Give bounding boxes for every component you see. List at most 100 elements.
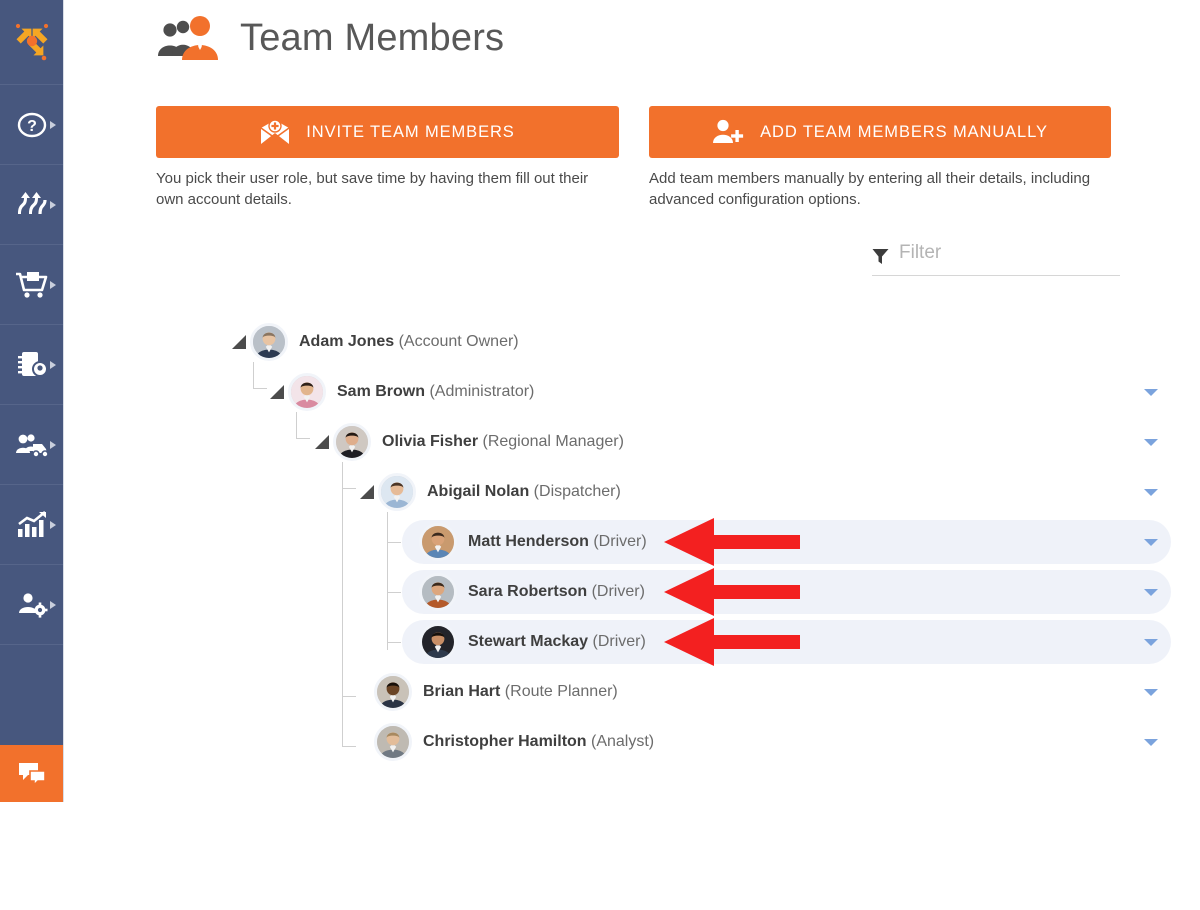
question-mark-circle-icon: ? (15, 108, 49, 142)
tree-node-label: Sara Robertson (Driver) (468, 583, 645, 601)
tree-node-label: Brian Hart (Route Planner) (423, 683, 618, 701)
member-name: Abigail Nolan (427, 483, 530, 500)
left-sidebar: ? (0, 0, 64, 802)
sidebar-item-orders[interactable] (0, 245, 63, 325)
chat-support-button[interactable] (0, 745, 63, 802)
tree-connector-line (342, 488, 356, 489)
add-team-members-manually-button[interactable]: ADD TEAM MEMBERS MANUALLY (649, 106, 1111, 158)
chevron-right-icon (50, 520, 56, 529)
member-role: (Driver) (588, 633, 646, 650)
funnel-filter-icon (872, 249, 889, 264)
collapse-toggle-icon[interactable] (232, 335, 246, 349)
tree-node-stewart-mackay[interactable]: Stewart Mackay (Driver) (405, 620, 646, 664)
member-role: (Regional Manager) (478, 433, 624, 450)
tree-connector-line (342, 488, 343, 746)
member-role: (Route Planner) (500, 683, 618, 700)
brian-hart-avatar (374, 673, 412, 711)
tree-node-brian-hart[interactable]: Brian Hart (Route Planner) (360, 670, 618, 714)
tree-connector-line (387, 542, 401, 543)
adam-jones-avatar (250, 323, 288, 361)
member-role: (Account Owner) (394, 333, 519, 350)
member-name: Sam Brown (337, 383, 426, 400)
page-title: Team Members (240, 17, 505, 59)
row-expand-chevron-down-icon[interactable] (1144, 539, 1158, 546)
member-name: Adam Jones (299, 333, 395, 350)
tree-node-label: Abigail Nolan (Dispatcher) (427, 483, 621, 501)
tree-connector-line (296, 412, 297, 438)
add-caption: Add team members manually by entering al… (649, 170, 1091, 209)
sidebar-item-account[interactable] (0, 565, 63, 645)
tree-node-label: Sam Brown (Administrator) (337, 383, 534, 401)
member-name: Stewart Mackay (468, 633, 589, 650)
invite-button-label: INVITE TEAM MEMBERS (306, 122, 515, 141)
chevron-right-icon (50, 200, 56, 209)
tree-node-sara-robertson[interactable]: Sara Robertson (Driver) (405, 570, 645, 614)
user-settings-icon (15, 588, 49, 622)
tree-node-adam-jones[interactable]: Adam Jones (Account Owner) (232, 320, 519, 364)
member-role: (Driver) (587, 583, 645, 600)
sidebar-item-analytics[interactable] (0, 485, 63, 565)
tree-connector-line (387, 512, 388, 650)
collapse-toggle-icon[interactable] (360, 485, 374, 499)
row-expand-chevron-down-icon[interactable] (1144, 739, 1158, 746)
tree-node-christopher-hamilton[interactable]: Christopher Hamilton (Analyst) (360, 720, 654, 764)
invite-caption: You pick their user role, but save time … (156, 170, 589, 209)
tree-connector-line (296, 438, 310, 439)
row-expand-chevron-down-icon[interactable] (1144, 439, 1158, 446)
sidebar-item-addresses[interactable] (0, 325, 63, 405)
chevron-right-icon (50, 280, 56, 289)
sara-robertson-avatar (419, 573, 457, 611)
person-plus-icon (713, 119, 744, 143)
row-expand-chevron-down-icon[interactable] (1144, 689, 1158, 696)
svg-text:?: ? (27, 118, 37, 135)
stewart-mackay-avatar (419, 623, 457, 661)
member-name: Sara Robertson (468, 583, 588, 600)
page-header: Team Members (156, 14, 504, 62)
member-role: (Driver) (588, 533, 647, 550)
row-expand-chevron-down-icon[interactable] (1144, 639, 1158, 646)
tree-node-olivia-fisher[interactable]: Olivia Fisher (Regional Manager) (315, 420, 624, 464)
filter-input[interactable] (899, 242, 1104, 264)
chevron-right-icon (50, 120, 56, 129)
sidebar-item-fleet[interactable] (0, 405, 63, 485)
row-expand-chevron-down-icon[interactable] (1144, 389, 1158, 396)
tree-node-label: Adam Jones (Account Owner) (299, 333, 519, 351)
main-content: Team Members INVITE TEAM MEMBERS You pic… (64, 0, 1200, 802)
tree-node-sam-brown[interactable]: Sam Brown (Administrator) (270, 370, 534, 414)
chevron-right-icon (50, 440, 56, 449)
invite-team-members-button[interactable]: INVITE TEAM MEMBERS (156, 106, 619, 158)
member-role: (Analyst) (586, 733, 655, 750)
add-button-label: ADD TEAM MEMBERS MANUALLY (760, 122, 1048, 141)
tree-connector-line (342, 696, 356, 697)
tree-node-label: Matt Henderson (Driver) (468, 533, 647, 551)
tree-node-abigail-nolan[interactable]: Abigail Nolan (Dispatcher) (360, 470, 621, 514)
tree-node-label: Christopher Hamilton (Analyst) (423, 733, 654, 751)
sidebar-item-help[interactable]: ? (0, 85, 63, 165)
member-name: Christopher Hamilton (423, 733, 587, 750)
member-role: (Administrator) (425, 383, 535, 400)
app-logo[interactable] (0, 0, 63, 85)
tree-connector-line (253, 388, 267, 389)
tree-connector-line (342, 462, 343, 488)
member-name: Matt Henderson (468, 533, 589, 550)
row-expand-chevron-down-icon[interactable] (1144, 589, 1158, 596)
sidebar-item-routes[interactable] (0, 165, 63, 245)
team-hierarchy-tree: Adam Jones (Account Owner) Sam Brown (Adm… (64, 300, 1200, 800)
tree-node-matt-henderson[interactable]: Matt Henderson (Driver) (405, 520, 647, 564)
chevron-right-icon (50, 360, 56, 369)
olivia-fisher-avatar (333, 423, 371, 461)
filter-field[interactable] (872, 242, 1120, 276)
tree-connector-line (387, 642, 401, 643)
tree-connector-line (253, 362, 254, 388)
bar-chart-growth-icon (15, 508, 49, 542)
member-role: (Dispatcher) (529, 483, 621, 500)
team-members-icon (158, 16, 218, 60)
row-expand-chevron-down-icon[interactable] (1144, 489, 1158, 496)
sam-brown-avatar (288, 373, 326, 411)
route-optimization-logo (15, 23, 48, 61)
collapse-toggle-icon[interactable] (315, 435, 329, 449)
team-vehicle-icon (15, 428, 49, 462)
abigail-nolan-avatar (378, 473, 416, 511)
collapse-toggle-icon[interactable] (270, 385, 284, 399)
routes-icon (15, 188, 49, 222)
